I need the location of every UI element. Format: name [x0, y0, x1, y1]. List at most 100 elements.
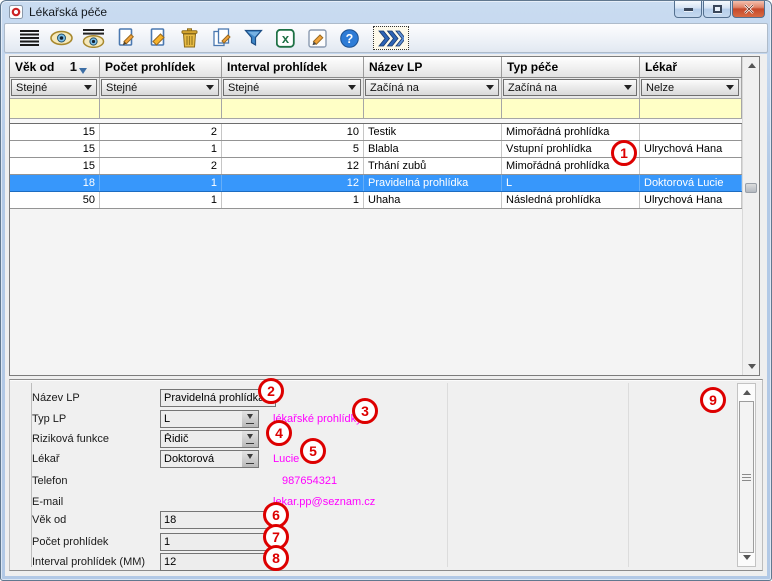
chevron-down-icon [726, 85, 734, 94]
delete-record-icon[interactable] [177, 26, 202, 50]
export-excel-icon[interactable]: x [273, 26, 298, 50]
column-header-typ-pece[interactable]: Typ péče [502, 57, 640, 77]
filter-operator-vek-od[interactable]: Stejné [11, 79, 97, 96]
filter-input-vek-od[interactable] [10, 99, 100, 118]
interval-prohlidek-input[interactable] [160, 553, 276, 571]
grid-vertical-scrollbar[interactable] [742, 57, 759, 375]
maximize-icon [713, 5, 722, 13]
filter-operator-interval[interactable]: Stejné [223, 79, 361, 96]
scrollbar-thumb[interactable] [745, 183, 757, 193]
filter-input-lekar[interactable] [640, 99, 742, 118]
minimize-button[interactable] [674, 1, 702, 18]
column-header-lekar[interactable]: Lékař [640, 57, 742, 77]
chevron-down-icon [486, 85, 494, 94]
next-pages-button[interactable] [373, 26, 409, 50]
lekar-input[interactable] [160, 450, 243, 468]
typ-lp-dropdown-button[interactable] [242, 410, 259, 428]
arrow-up-icon [743, 386, 751, 395]
annotation-5: 5 [300, 438, 326, 464]
filter-input-interval[interactable] [222, 99, 364, 118]
sort-order-badge: 1 [70, 59, 77, 74]
filter-input-nazev[interactable] [364, 99, 502, 118]
chevron-down-icon [624, 85, 632, 94]
menu-list-icon[interactable] [17, 26, 42, 50]
annotation-2: 2 [258, 378, 284, 404]
pocet-prohlidek-input[interactable] [160, 533, 276, 551]
chevron-down-icon [206, 85, 214, 94]
vek-od-input[interactable] [160, 511, 276, 529]
scroll-up-button[interactable] [738, 385, 755, 399]
help-icon[interactable]: ? [337, 26, 362, 50]
field-label: Název LP [32, 392, 80, 404]
workspace: Věk od 1 Počet prohlídek Interval prohlí… [5, 54, 767, 576]
panel-divider [628, 383, 629, 567]
table-row-selected[interactable]: 18 1 12 Pravidelná prohlídka L Doktorová… [10, 175, 742, 192]
view-eye-icon[interactable] [49, 26, 74, 50]
field-label: Interval prohlídek (MM) [32, 556, 145, 568]
titlebar[interactable]: Lékařská péče [1, 1, 771, 23]
grid-header-row: Věk od 1 Počet prohlídek Interval prohlí… [10, 57, 742, 78]
new-record-icon[interactable] [113, 26, 138, 50]
chevron-down-icon [348, 85, 356, 94]
email-value: lekar.pp@seznam.cz [273, 496, 375, 508]
table-row[interactable]: 50 1 1 Uhaha Následná prohlídka Ulrychov… [10, 192, 742, 209]
copy-record-icon[interactable] [209, 26, 234, 50]
column-header-pocet-prohlidek[interactable]: Počet prohlídek [100, 57, 222, 77]
app-icon [9, 5, 23, 19]
rizikova-funkce-dropdown-button[interactable] [242, 430, 259, 448]
field-label: Lékař [32, 453, 60, 465]
chevron-down-icon [84, 85, 92, 94]
dropdown-icon [247, 434, 253, 442]
arrow-down-icon [743, 555, 751, 564]
grid-filter-input-row [10, 99, 742, 119]
annotation-9: 9 [700, 387, 726, 413]
scroll-up-button[interactable] [743, 57, 760, 73]
scroll-down-button[interactable] [738, 551, 755, 565]
filter-operator-nazev[interactable]: Začíná na [365, 79, 499, 96]
field-label: Počet prohlídek [32, 536, 108, 548]
scroll-down-button[interactable] [743, 359, 760, 375]
filter-operator-typ-pece[interactable]: Začíná na [503, 79, 637, 96]
dropdown-icon [247, 414, 253, 422]
sort-desc-icon [79, 68, 87, 77]
annotation-8: 8 [263, 545, 289, 571]
filter-input-typ-pece[interactable] [502, 99, 640, 118]
filter-operator-lekar[interactable]: Nelze [641, 79, 739, 96]
typ-lp-input[interactable] [160, 410, 243, 428]
svg-text:?: ? [346, 32, 354, 46]
view-columns-eye-icon[interactable] [81, 26, 106, 50]
close-button[interactable] [732, 1, 765, 18]
annotation-3: 3 [352, 398, 378, 424]
lekar-dropdown-button[interactable] [242, 450, 259, 468]
column-header-vek-od[interactable]: Věk od 1 [10, 57, 100, 77]
annotation-4: 4 [266, 420, 292, 446]
arrow-up-icon [748, 59, 756, 68]
svg-text:x: x [282, 31, 290, 46]
rizikova-funkce-input[interactable] [160, 430, 243, 448]
column-header-nazev-lp[interactable]: Název LP [364, 57, 502, 77]
field-label: Typ LP [32, 413, 66, 425]
dropdown-icon [247, 454, 253, 462]
grid-filter-operator-row: Stejné Stejné Stejné Začíná na Začíná na… [10, 78, 742, 99]
records-grid: Věk od 1 Počet prohlídek Interval prohlí… [9, 56, 760, 376]
panel-divider [447, 383, 448, 567]
lekar-firstname: Lucie [273, 453, 299, 465]
next-chevrons-icon [378, 30, 404, 47]
arrow-down-icon [748, 364, 756, 373]
table-row[interactable]: 15 2 10 Testik Mimořádná prohlídka [10, 124, 742, 141]
telefon-value: 987654321 [282, 475, 337, 487]
field-label: Věk od [32, 514, 66, 526]
column-header-interval-prohlidek[interactable]: Interval prohlídek [222, 57, 364, 77]
panel-vertical-scrollbar[interactable] [737, 383, 756, 567]
filter-operator-pocet[interactable]: Stejné [101, 79, 219, 96]
maximize-button[interactable] [703, 1, 731, 18]
filter-input-pocet[interactable] [100, 99, 222, 118]
detail-panel: Název LP Typ LP lékařské prohlídky Rizik… [9, 379, 763, 571]
open-form-icon[interactable] [305, 26, 330, 50]
toolbar: x ? [4, 23, 768, 53]
minimize-icon [684, 8, 693, 11]
scrollbar-thumb[interactable] [739, 401, 754, 553]
annotation-1: 1 [611, 140, 637, 166]
filter-icon[interactable] [241, 26, 266, 50]
edit-record-icon[interactable] [145, 26, 170, 50]
